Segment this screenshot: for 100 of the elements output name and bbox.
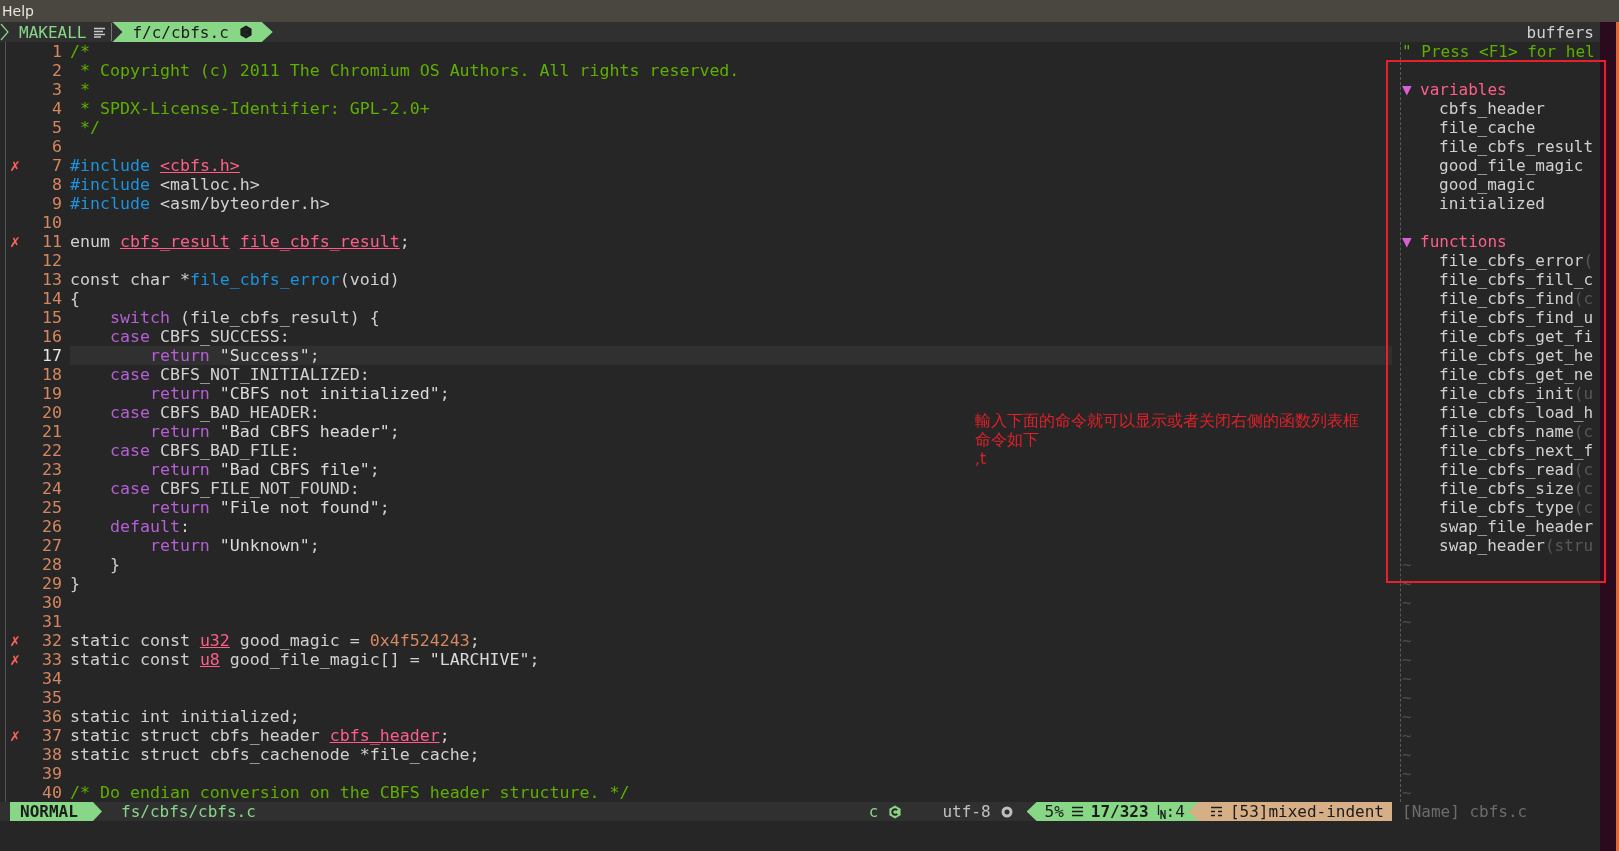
line-number: 15 <box>42 308 62 327</box>
empty-line-marker: ~ <box>1402 555 1412 574</box>
code-line: const char *file_cbfs_error(void) <box>70 270 400 289</box>
line-number: 14 <box>42 289 62 308</box>
line-number: 29 <box>42 574 62 593</box>
line-number: 3 <box>52 80 62 99</box>
code-line: #include <asm/byteorder.h> <box>70 194 330 213</box>
line-number: 16 <box>42 327 62 346</box>
annotation-text: ,t <box>975 450 987 469</box>
encoding-icon <box>1000 805 1013 818</box>
line-number: 26 <box>42 517 62 536</box>
code-line: enum cbfs_result file_cbfs_result; <box>70 232 410 251</box>
code-line: static int initialized; <box>70 707 300 726</box>
line-number: 21 <box>42 422 62 441</box>
chevron-icon <box>0 23 9 41</box>
tag-item[interactable]: file_cbfs_next_f <box>1439 441 1594 460</box>
code-line: return "Unknown"; <box>148 536 320 555</box>
tag-item[interactable]: file_cbfs_get_fi <box>1439 327 1594 346</box>
tag-item[interactable]: good_file_magic <box>1439 156 1584 175</box>
empty-line-marker: ~ <box>1402 783 1412 802</box>
buffer-label[interactable]: MAKEALL <box>19 22 87 42</box>
tag-item[interactable]: file_cbfs_get_he <box>1439 346 1594 365</box>
tag-item[interactable]: file_cbfs_get_ne <box>1439 365 1594 384</box>
code-line: } <box>108 555 120 574</box>
empty-line-marker: ~ <box>1402 593 1412 612</box>
line-number: 32 <box>42 631 62 650</box>
menu-item[interactable]: Help <box>2 1 34 21</box>
mode-indicator: NORMAL <box>10 802 102 821</box>
line-number: 35 <box>42 688 62 707</box>
error-sign: ✗ <box>10 650 20 669</box>
tag-item[interactable]: file_cbfs_find_u <box>1439 308 1594 327</box>
line-number: 11 <box>42 232 62 251</box>
help-comment: " Press <F1> for hel <box>1402 42 1595 61</box>
code-line: } <box>70 574 80 593</box>
error-sign: ✗ <box>10 156 20 175</box>
empty-line-marker: ~ <box>1402 707 1412 726</box>
code-line: * <box>79 80 90 99</box>
line-number: 37 <box>42 726 62 745</box>
tag-item[interactable]: file_cbfs_load_h <box>1439 403 1594 422</box>
code-line: case CBFS_FILE_NOT_FOUND: <box>108 479 360 498</box>
empty-line-marker: ~ <box>1402 688 1412 707</box>
encoding-label: utf-8 <box>942 802 991 821</box>
code-line: return "Bad CBFS header"; <box>148 422 400 441</box>
code-line: /* <box>70 42 90 61</box>
error-sign: ✗ <box>10 726 20 745</box>
code-line: #include <cbfs.h> <box>70 156 240 175</box>
list-icon <box>94 26 106 38</box>
code-line: /* Do endian conversion on the CBFS header structure. */ <box>70 783 630 802</box>
code-line: */ <box>79 118 100 137</box>
tag-item[interactable]: file_cache <box>1439 118 1536 137</box>
group-title[interactable]: functions <box>1420 232 1507 251</box>
tag-item[interactable]: swap_file_header <box>1439 517 1594 536</box>
code-line: * SPDX-License-Identifier: GPL-2.0+ <box>79 99 430 118</box>
empty-line-marker: ~ <box>1402 726 1412 745</box>
buffers-label: buffers <box>1526 22 1594 42</box>
filetype-label: c <box>868 802 879 821</box>
tag-item[interactable]: initialized <box>1439 194 1545 213</box>
code-line: return "Success"; <box>148 346 320 365</box>
c-language-icon <box>238 25 253 39</box>
error-sign: ✗ <box>10 631 20 650</box>
code-line: default: <box>108 517 190 536</box>
code-line: * Copyright (c) 2011 The Chromium OS Authors. All rights reserved. <box>79 61 740 80</box>
tag-item[interactable]: file_cbfs_error( <box>1439 251 1594 270</box>
lines-icon <box>1071 806 1083 817</box>
annotation-text: 命令如下 <box>975 431 1040 450</box>
empty-line-marker: ~ <box>1402 612 1412 631</box>
code-line: case CBFS_SUCCESS: <box>108 327 290 346</box>
tag-item[interactable]: file_cbfs_result <box>1439 137 1594 156</box>
line-number: 28 <box>42 555 62 574</box>
line-number: 5 <box>52 118 62 137</box>
line-number: 39 <box>42 764 62 783</box>
line-number: 25 <box>42 498 62 517</box>
group-title[interactable]: variables <box>1420 80 1507 99</box>
line-number: 8 <box>52 175 62 194</box>
line-number: 30 <box>42 593 62 612</box>
code-line: return "CBFS not initialized"; <box>148 384 450 403</box>
code-line: case CBFS_BAD_HEADER: <box>108 403 320 422</box>
fold-marker[interactable]: ▼ <box>1402 232 1420 251</box>
code-line: switch (file_cbfs_result) { <box>108 308 380 327</box>
code-line: return "Bad CBFS file"; <box>148 460 380 479</box>
buffer-tab[interactable]: f/c/cbfs.c <box>112 22 273 42</box>
code-line: static struct cbfs_header cbfs_header; <box>70 726 450 745</box>
percent-label: 5% <box>1044 802 1064 821</box>
code-line: static const u8 good_file_magic[] = "LARCHIVE"; <box>70 650 540 669</box>
code-line: case CBFS_NOT_INITIALIZED: <box>108 365 370 384</box>
line-number: 10 <box>42 213 62 232</box>
fold-marker[interactable]: ▼ <box>1402 80 1420 99</box>
code-line: case CBFS_BAD_FILE: <box>108 441 300 460</box>
error-sign: ✗ <box>10 232 20 251</box>
code-line: static struct cbfs_cachenode *file_cache; <box>70 745 480 764</box>
line-number: 6 <box>52 137 62 156</box>
line-number: 2 <box>52 61 62 80</box>
tag-item[interactable]: cbfs_header <box>1439 99 1545 118</box>
tag-item[interactable]: file_cbfs_fill_c <box>1439 270 1594 289</box>
line-number: 18 <box>42 365 62 384</box>
tagbar-status: [Name] cbfs.c <box>1402 802 1528 821</box>
line-number: 27 <box>42 536 62 555</box>
line-number: 36 <box>42 707 62 726</box>
tag-item[interactable]: good_magic <box>1439 175 1536 194</box>
empty-line-marker: ~ <box>1402 764 1412 783</box>
